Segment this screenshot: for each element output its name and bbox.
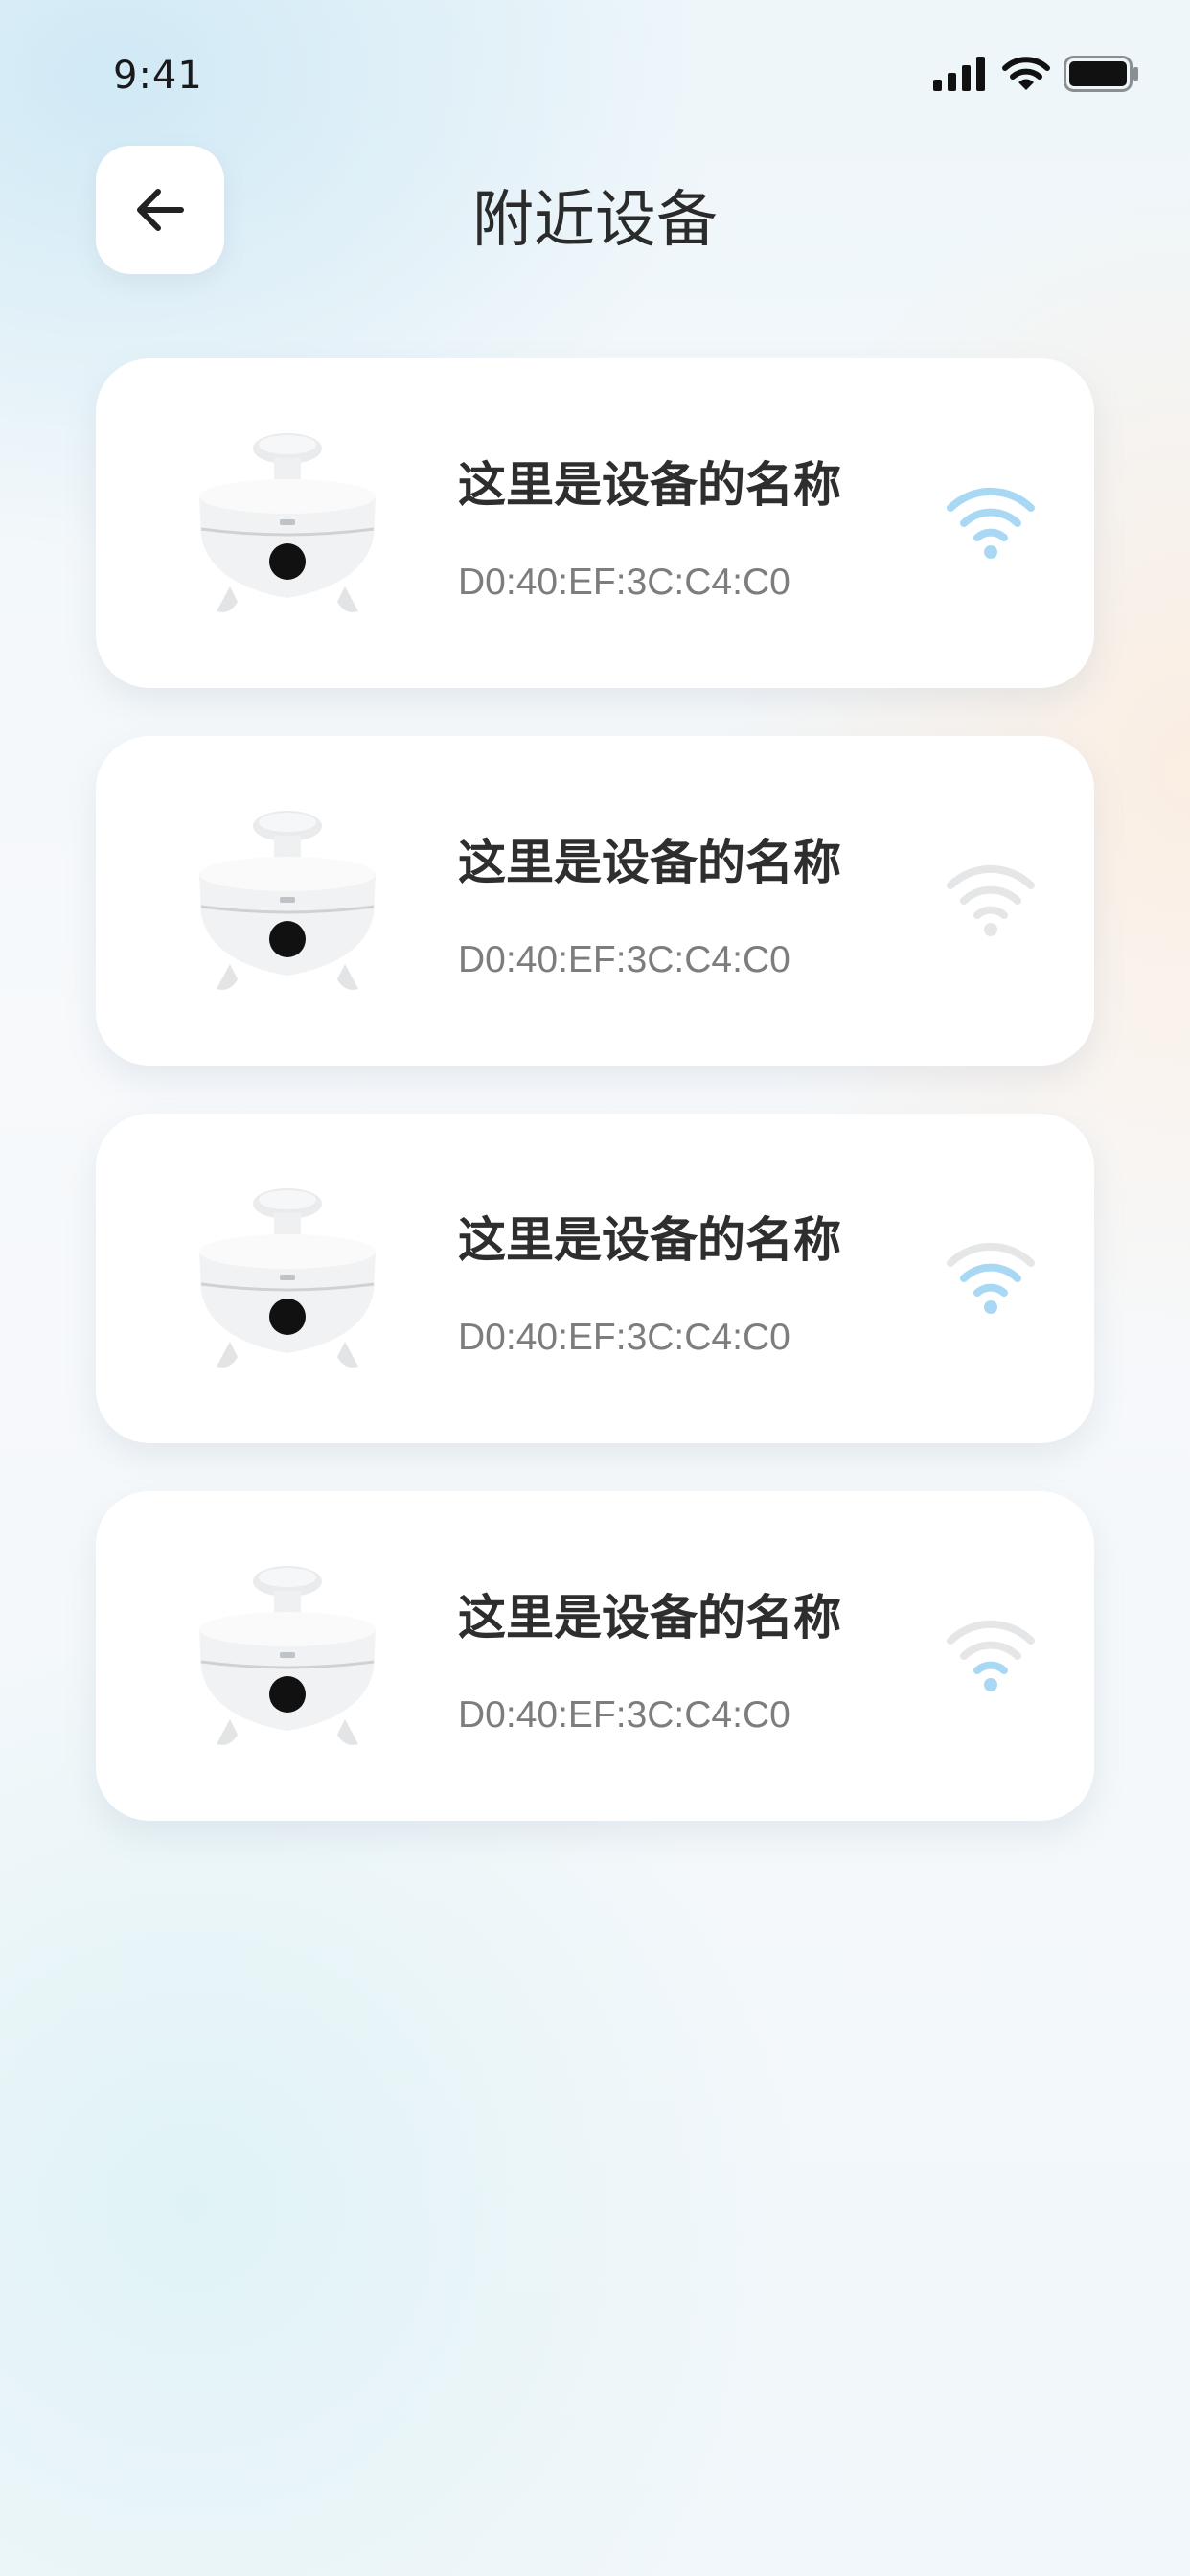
humidifier-image bbox=[199, 811, 376, 990]
cellular-signal-icon bbox=[933, 57, 985, 91]
device-mac-address: D0:40:EF:3C:C4:C0 bbox=[458, 1317, 790, 1358]
wifi-icon bbox=[1002, 57, 1050, 90]
humidifier-image bbox=[199, 1188, 376, 1368]
device-name: 这里是设备的名称 bbox=[458, 1590, 841, 1645]
status-icons bbox=[933, 56, 1140, 92]
device-card[interactable]: 这里是设备的名称 D0:40:EF:3C:C4:C0 bbox=[96, 1491, 1094, 1821]
status-bar: 9:41 bbox=[0, 0, 1190, 134]
battery-icon bbox=[1064, 56, 1138, 92]
wifi-signal-medium-icon bbox=[947, 1242, 1035, 1314]
humidifier-image bbox=[199, 433, 376, 612]
device-list: 这里是设备的名称 D0:40:EF:3C:C4:C0 这里是设备的名称 D0:4… bbox=[96, 358, 1094, 1869]
device-mac-address: D0:40:EF:3C:C4:C0 bbox=[458, 562, 790, 603]
device-mac-address: D0:40:EF:3C:C4:C0 bbox=[458, 1694, 790, 1736]
device-name: 这里是设备的名称 bbox=[458, 457, 841, 513]
device-card[interactable]: 这里是设备的名称 D0:40:EF:3C:C4:C0 bbox=[96, 736, 1094, 1066]
device-name: 这里是设备的名称 bbox=[458, 835, 841, 890]
device-name: 这里是设备的名称 bbox=[458, 1212, 841, 1268]
device-card[interactable]: 这里是设备的名称 D0:40:EF:3C:C4:C0 bbox=[96, 1114, 1094, 1443]
device-card[interactable]: 这里是设备的名称 D0:40:EF:3C:C4:C0 bbox=[96, 358, 1094, 688]
wifi-signal-strong-icon bbox=[947, 487, 1035, 559]
status-time: 9:41 bbox=[113, 54, 203, 98]
wifi-signal-weak-icon bbox=[947, 864, 1035, 936]
page-title: 附近设备 bbox=[472, 185, 718, 256]
device-mac-address: D0:40:EF:3C:C4:C0 bbox=[458, 939, 790, 980]
wifi-signal-low-icon bbox=[947, 1620, 1035, 1691]
humidifier-image bbox=[199, 1566, 376, 1745]
